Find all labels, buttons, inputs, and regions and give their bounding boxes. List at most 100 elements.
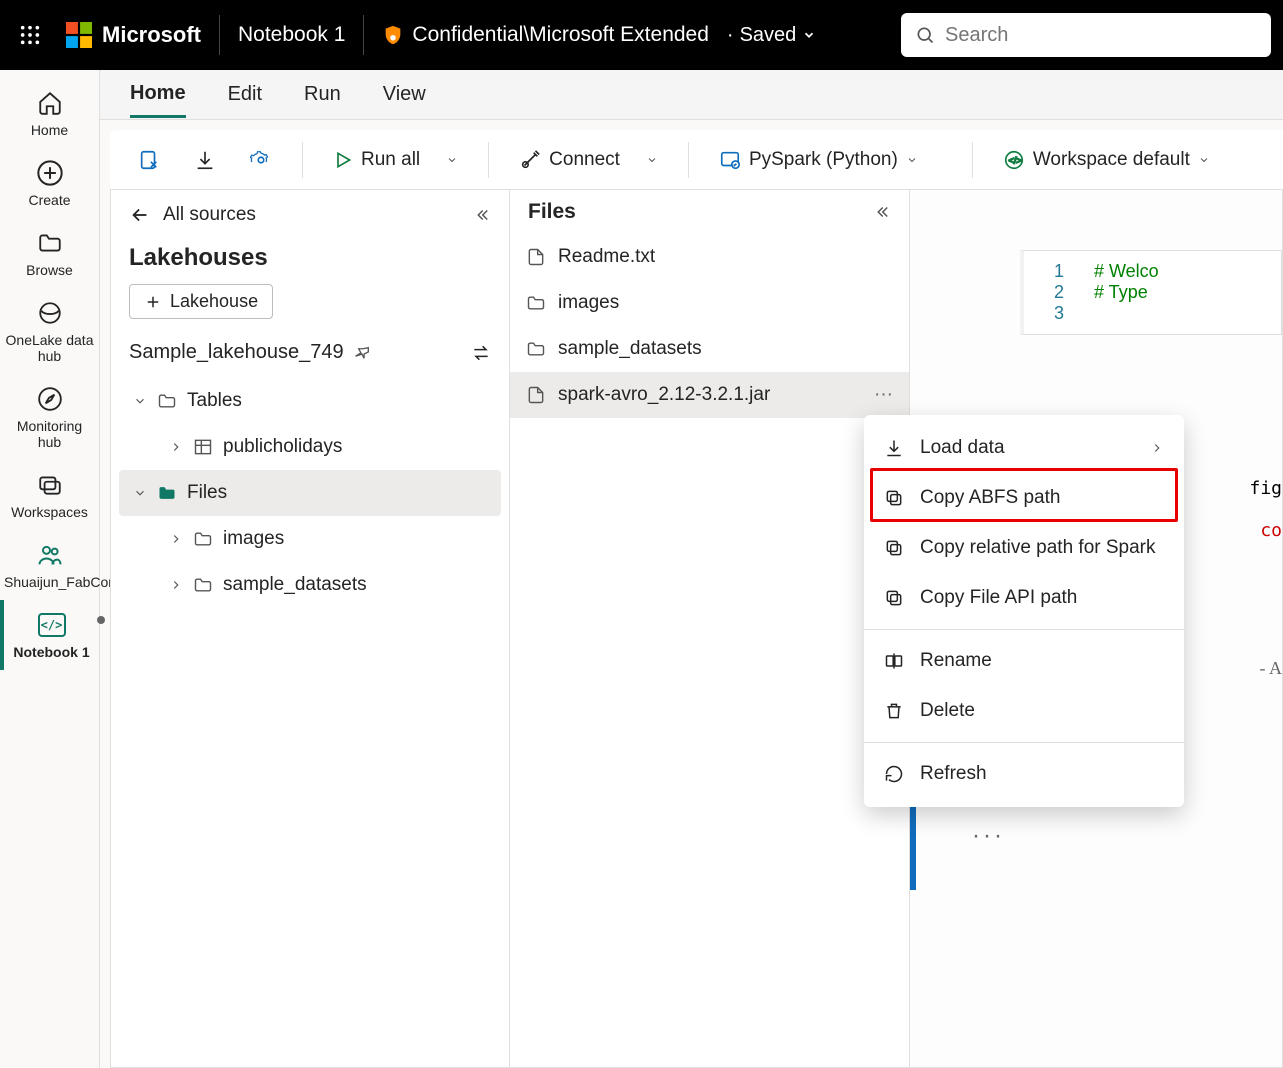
toolbar: Run all Connect PySpark (Python) </> Wor… [110,130,1283,190]
context-menu: Load data Copy ABFS path Copy relative p… [864,415,1184,807]
nav-monitoring[interactable]: Monitoring hub [0,374,99,460]
ctx-copy-relative[interactable]: Copy relative path for Spark [864,523,1184,573]
nav-create[interactable]: Create [0,148,99,218]
back-arrow-icon[interactable] [129,204,151,226]
people-icon [4,540,95,570]
code-cell-1[interactable]: 1# Welco 2# Type 3 [1020,250,1282,335]
collapse-left-icon[interactable] [473,206,491,224]
lakehouses-heading: Lakehouses [111,240,509,284]
code-fragment: - A [1260,658,1283,679]
more-icon[interactable]: ··· [972,822,1005,850]
edit-notebook-icon[interactable] [128,140,170,180]
search-icon [915,25,935,45]
tab-run[interactable]: Run [304,73,341,116]
ctx-rename[interactable]: Rename [864,636,1184,686]
sensitivity-text: Confidential\Microsoft Extended [412,23,709,47]
shield-icon [382,24,404,46]
workspaces-icon [4,470,95,500]
nav-home[interactable]: Home [0,78,99,148]
files-panel: Files Readme.txt images sample_datasets … [510,190,910,1068]
code-fragment: fig [1249,478,1282,499]
ctx-load-data[interactable]: Load data [864,423,1184,473]
home-icon [4,88,95,118]
environment-icon: </> [1003,149,1025,171]
chevron-right-icon [1150,441,1164,455]
collapse-left-icon[interactable] [873,203,891,221]
tree-publicholidays[interactable]: publicholidays [119,424,501,470]
swap-icon[interactable] [471,343,491,363]
nav-user-workspace[interactable]: Shuaijun_FabCon [0,530,99,600]
notebook-icon: </> [8,610,95,640]
chevron-down-icon [133,486,147,500]
folder-icon [193,575,213,595]
tab-view[interactable]: View [383,73,426,116]
chevron-down-icon [446,154,458,166]
ctx-copy-abfs[interactable]: Copy ABFS path [864,473,1184,523]
copy-icon [884,488,904,508]
nav-notebook[interactable]: </> Notebook 1 [0,600,99,670]
tab-home[interactable]: Home [130,72,186,118]
plug-icon [519,149,541,171]
download-icon [884,438,904,458]
more-icon[interactable]: ··· [874,384,893,406]
ctx-delete[interactable]: Delete [864,686,1184,736]
compass-icon [4,384,95,414]
connect-button[interactable]: Connect [509,140,668,180]
nav-rail: Home Create Browse OneLake data hub Moni… [0,70,100,1068]
notebook-title[interactable]: Notebook 1 [238,23,345,47]
files-heading: Files [528,200,576,224]
language-icon [719,149,741,171]
file-row-sample-datasets[interactable]: sample_datasets [510,326,909,372]
run-all-button[interactable]: Run all [323,140,468,180]
sensitivity-label[interactable]: Confidential\Microsoft Extended [363,15,709,55]
chevron-right-icon [169,578,183,592]
download-icon[interactable] [184,140,226,180]
all-sources-link[interactable]: All sources [163,204,256,226]
folder-icon [157,391,177,411]
refresh-icon [884,764,904,784]
brand[interactable]: Microsoft [66,15,220,55]
settings-icon[interactable] [240,140,282,180]
plus-icon [144,293,162,311]
waffle-icon[interactable] [12,17,48,53]
brand-text: Microsoft [102,22,201,48]
tree-sample-datasets[interactable]: sample_datasets [119,562,501,608]
onelake-icon [4,298,95,328]
chevron-right-icon [169,440,183,454]
plus-circle-icon [4,158,95,188]
saved-status[interactable]: · Saved [727,24,816,47]
workspace-default-button[interactable]: </> Workspace default [993,140,1220,180]
folder-icon [4,228,95,258]
microsoft-logo-icon [66,22,92,48]
file-icon [526,247,546,267]
lakehouse-name[interactable]: Sample_lakehouse_749 [111,333,509,378]
file-row-readme[interactable]: Readme.txt [510,234,909,280]
chevron-down-icon [133,394,147,408]
pyspark-button[interactable]: PySpark (Python) [709,140,928,180]
play-icon [333,150,353,170]
file-row-spark-avro[interactable]: spark-avro_2.12-3.2.1.jar ··· [510,372,909,418]
folder-icon [193,529,213,549]
folder-open-icon [157,483,177,503]
file-icon [526,385,546,405]
ribbon-tabs: Home Edit Run View [100,70,1283,120]
nav-workspaces[interactable]: Workspaces [0,460,99,530]
nav-onelake[interactable]: OneLake data hub [0,288,99,374]
file-row-images[interactable]: images [510,280,909,326]
chevron-down-icon [1198,154,1210,166]
tree-images[interactable]: images [119,516,501,562]
lakehouse-tree: Tables publicholidays Files images [111,378,509,608]
ctx-copy-api[interactable]: Copy File API path [864,573,1184,623]
chevron-down-icon [646,154,658,166]
search-box[interactable] [901,13,1271,57]
tab-edit[interactable]: Edit [228,73,262,116]
tree-tables[interactable]: Tables [119,378,501,424]
pin-icon[interactable] [354,344,372,362]
nav-browse[interactable]: Browse [0,218,99,288]
search-input[interactable] [945,24,1257,47]
chevron-down-icon [802,28,816,42]
ctx-refresh[interactable]: Refresh [864,749,1184,799]
add-lakehouse-button[interactable]: Lakehouse [129,284,273,319]
folder-icon [526,339,546,359]
tree-files[interactable]: Files [119,470,501,516]
